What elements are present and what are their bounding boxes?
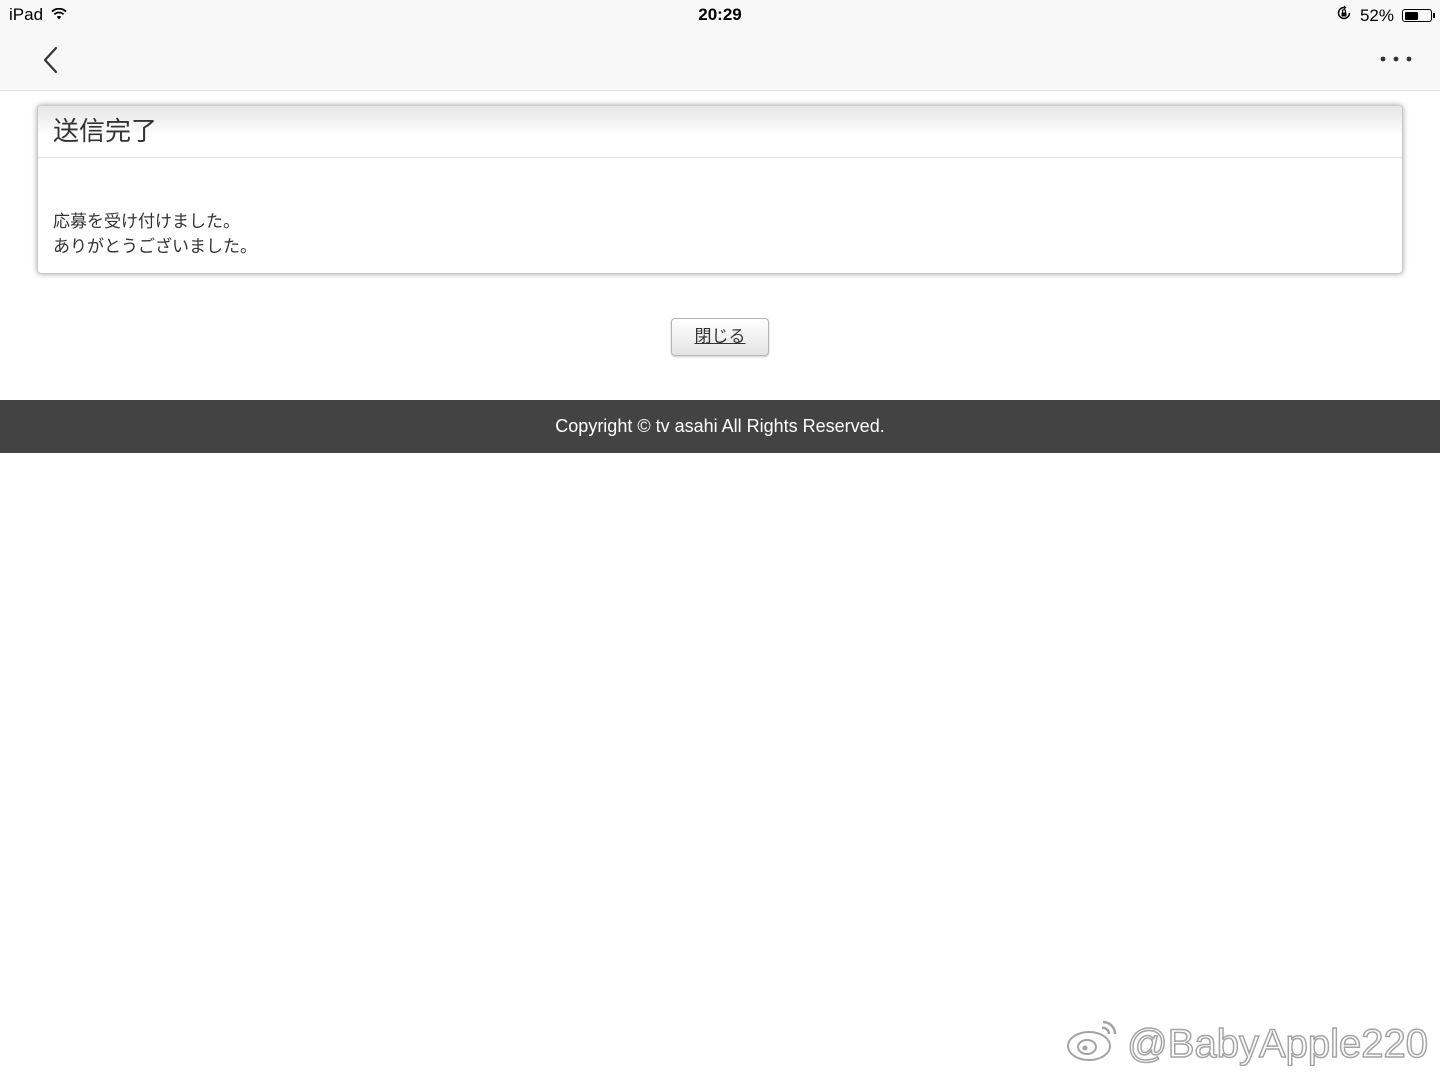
- panel-body: 応募を受け付けました。 ありがとうございました。: [38, 158, 1402, 260]
- status-right: 52%: [1336, 5, 1435, 26]
- more-horizontal-icon: [1380, 56, 1412, 62]
- watermark: @BabyApple220: [1065, 1016, 1429, 1072]
- status-time: 20:29: [698, 5, 742, 24]
- close-button[interactable]: 閉じる: [671, 318, 769, 356]
- weibo-logo-icon: [1065, 1016, 1119, 1072]
- message-line-2: ありがとうございました。: [53, 237, 257, 257]
- battery-icon: [1402, 9, 1435, 22]
- panel-title: 送信完了: [38, 106, 1402, 158]
- back-button[interactable]: [38, 44, 66, 76]
- battery-percent: 52%: [1359, 5, 1394, 25]
- status-bar: iPad 20:29 52%: [0, 0, 1440, 30]
- rotation-lock-icon: [1336, 5, 1352, 26]
- message-line-1: 応募を受け付けました。: [53, 212, 240, 232]
- completion-panel: 送信完了 応募を受け付けました。 ありがとうございました。: [37, 105, 1403, 274]
- chevron-left-icon: [43, 46, 58, 74]
- nav-bar: [0, 30, 1440, 91]
- footer: Copyright © tv asahi All Rights Reserved…: [0, 400, 1440, 453]
- watermark-text: @BabyApple220: [1126, 1021, 1428, 1067]
- battery-level: [1404, 11, 1418, 20]
- more-button[interactable]: [1378, 50, 1414, 68]
- copyright-text: Copyright © tv asahi All Rights Reserved…: [555, 416, 885, 436]
- close-button-container: 閉じる: [0, 318, 1440, 356]
